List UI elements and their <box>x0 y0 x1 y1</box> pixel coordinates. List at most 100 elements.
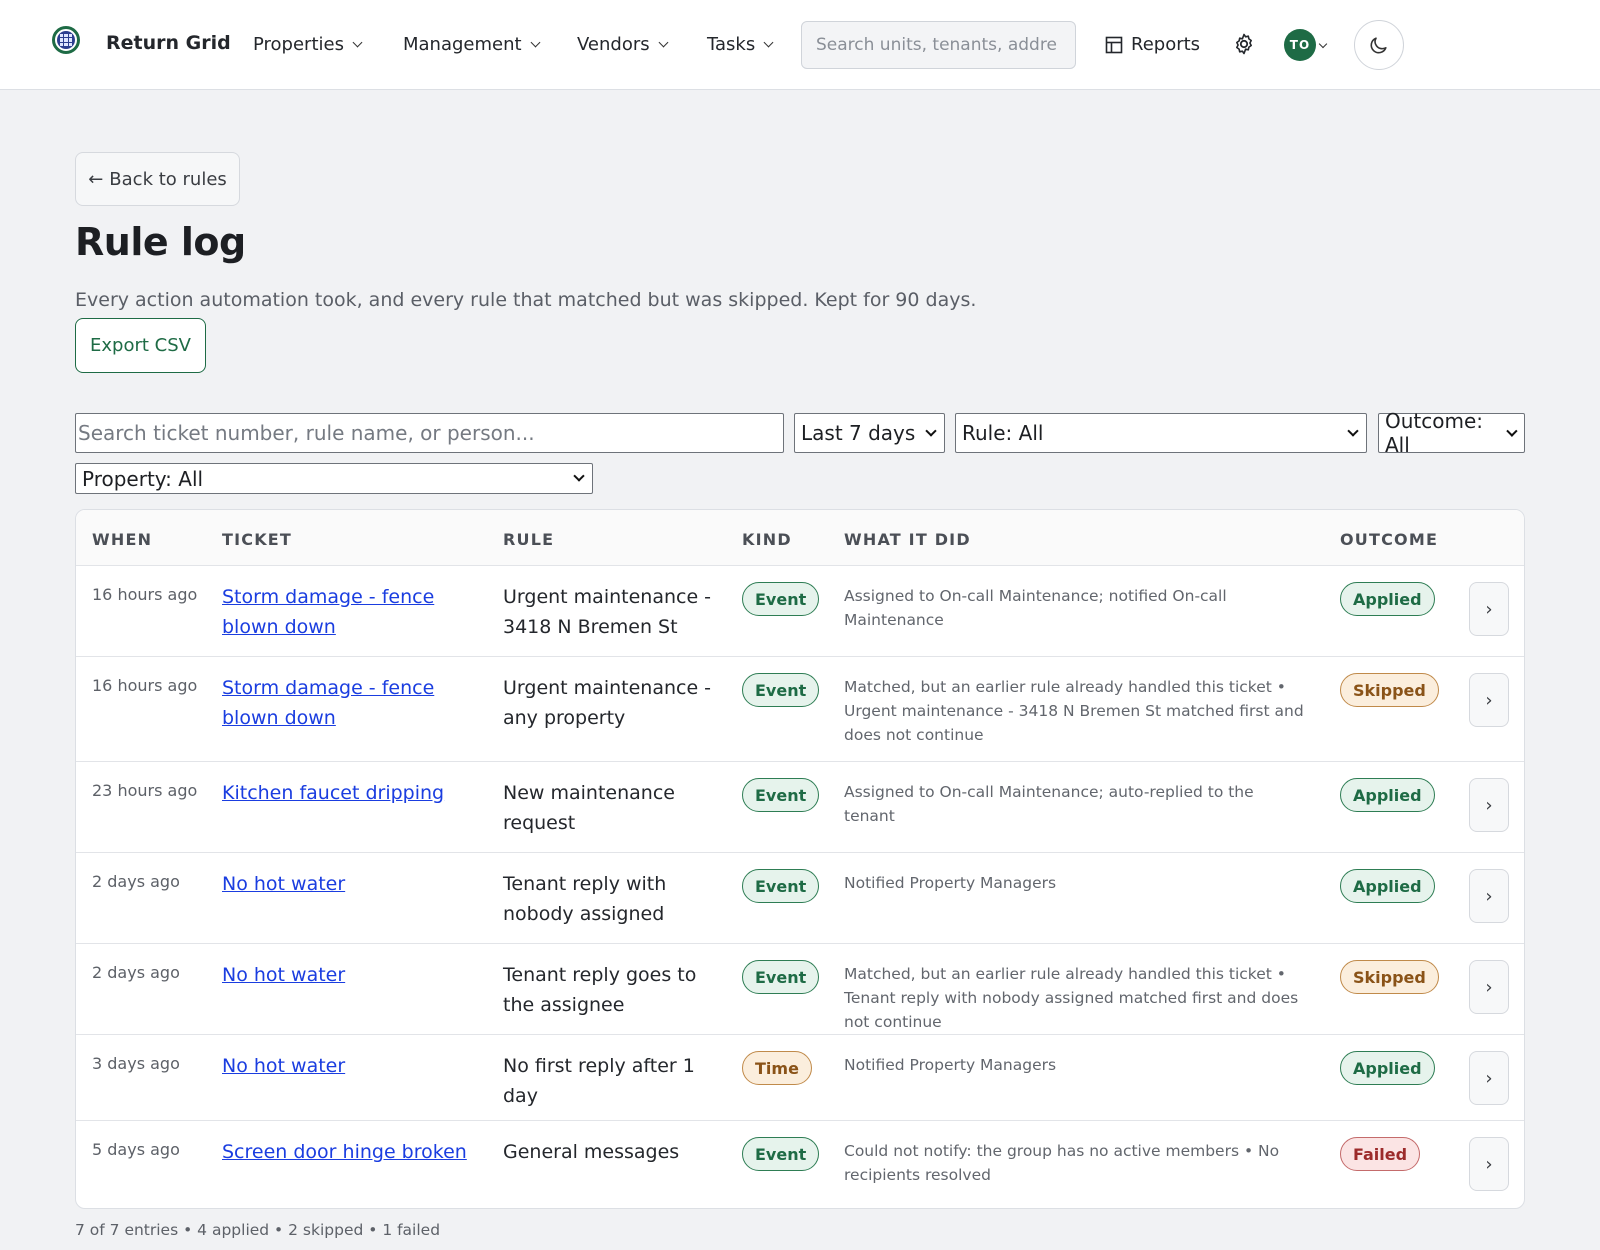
outcome-badge: Failed <box>1340 1137 1421 1171</box>
nav-tasks-label: Tasks <box>707 34 756 55</box>
ticket-link[interactable]: Kitchen faucet dripping <box>222 778 482 808</box>
global-search-input[interactable] <box>801 21 1076 69</box>
chevron-down-icon <box>530 37 541 48</box>
ticket-link[interactable]: No hot water <box>222 869 482 899</box>
date-range-select[interactable]: Last 7 days <box>794 413 945 453</box>
gear-icon[interactable] <box>1232 32 1256 56</box>
kind-badge: Event <box>742 673 820 707</box>
log-search-input[interactable] <box>75 413 784 453</box>
chevron-right-icon: › <box>1485 976 1493 998</box>
chevron-right-icon: › <box>1485 794 1493 816</box>
nav-vendors[interactable]: Vendors <box>577 34 669 55</box>
user-avatar[interactable]: TO <box>1284 29 1316 61</box>
chevron-right-icon: › <box>1485 885 1493 907</box>
top-navbar: Return Grid Properties Management Vendor… <box>0 0 1600 90</box>
row-details-button[interactable]: › <box>1469 582 1509 636</box>
row-when: 3 days ago <box>92 1054 180 1073</box>
row-details-button[interactable]: › <box>1469 673 1509 727</box>
theme-toggle-button[interactable] <box>1354 20 1404 70</box>
table-row[interactable]: 3 days ago No hot water No first reply a… <box>76 1035 1524 1121</box>
kind-badge: Event <box>742 582 820 616</box>
row-details-button[interactable]: › <box>1469 778 1509 832</box>
outcome-badge: Applied <box>1340 582 1435 616</box>
row-when: 5 days ago <box>92 1140 180 1159</box>
ticket-link[interactable]: Storm damage - fence blown down <box>222 582 482 642</box>
row-what-it-did: Assigned to On-call Maintenance; notifie… <box>844 587 1227 629</box>
table-row[interactable]: 2 days ago No hot water Tenant reply goe… <box>76 944 1524 1035</box>
ticket-link[interactable]: Screen door hinge broken <box>222 1137 482 1167</box>
row-rule: New maintenance request <box>503 782 675 834</box>
col-header-when: WHEN <box>92 530 153 549</box>
kind-badge: Event <box>742 778 820 812</box>
row-what-it-did: Notified Property Managers <box>844 874 1057 892</box>
chevron-down-icon[interactable] <box>1318 39 1328 49</box>
col-header-ticket: TICKET <box>222 530 293 549</box>
chevron-right-icon: › <box>1485 598 1493 620</box>
page-subtitle: Every action automation took, and every … <box>75 289 977 311</box>
ticket-link[interactable]: Storm damage - fence blown down <box>222 673 482 733</box>
nav-tasks[interactable]: Tasks <box>707 34 774 55</box>
col-header-what-it-did: WHAT IT DID <box>844 530 971 549</box>
row-when: 16 hours ago <box>92 585 198 604</box>
col-header-kind: KIND <box>742 530 792 549</box>
ticket-link[interactable]: No hot water <box>222 1051 482 1081</box>
table-icon <box>1105 36 1123 53</box>
row-rule: Tenant reply goes to the assignee <box>503 964 697 1016</box>
row-when: 2 days ago <box>92 963 180 982</box>
row-rule: No first reply after 1 day <box>503 1055 695 1107</box>
property-filter-value: Property: All <box>82 466 204 491</box>
table-row[interactable]: 5 days ago Screen door hinge broken Gene… <box>76 1121 1524 1208</box>
table-row[interactable]: 16 hours ago Storm damage - fence blown … <box>76 657 1524 762</box>
ticket-link[interactable]: No hot water <box>222 960 482 990</box>
page-title: Rule log <box>75 220 246 264</box>
nav-management[interactable]: Management <box>403 34 541 55</box>
rule-log-table: WHEN TICKET RULE KIND WHAT IT DID OUTCOM… <box>75 509 1525 1209</box>
back-to-rules-button[interactable]: ← Back to rules <box>75 152 240 206</box>
chevron-down-icon <box>352 37 363 48</box>
brand-name[interactable]: Return Grid <box>106 32 231 54</box>
table-row[interactable]: 2 days ago No hot water Tenant reply wit… <box>76 853 1524 944</box>
outcome-select[interactable]: Outcome: All <box>1378 409 1525 457</box>
rule-select[interactable]: Rule: All <box>955 413 1367 453</box>
row-when: 2 days ago <box>92 872 180 891</box>
outcome-badge: Skipped <box>1340 960 1439 994</box>
row-details-button[interactable]: › <box>1469 1051 1509 1105</box>
row-details-button[interactable]: › <box>1469 869 1509 923</box>
nav-management-label: Management <box>403 34 522 55</box>
kind-badge: Event <box>742 869 820 903</box>
outcome-badge: Applied <box>1340 869 1435 903</box>
table-row[interactable]: 16 hours ago Storm damage - fence blown … <box>76 566 1524 657</box>
rule-filter-value: Rule: All <box>962 421 1044 445</box>
row-details-button[interactable]: › <box>1469 1137 1509 1191</box>
row-what-it-did: Notified Property Managers <box>844 1056 1057 1074</box>
outcome-badge: Skipped <box>1340 673 1439 707</box>
outcome-filter-value: Outcome: All <box>1385 409 1484 457</box>
chevron-down-icon <box>763 37 774 48</box>
row-rule: Urgent maintenance - any property <box>503 677 712 729</box>
nav-properties[interactable]: Properties <box>253 34 363 55</box>
chevron-right-icon: › <box>1485 1153 1493 1175</box>
chevron-down-icon <box>658 37 669 48</box>
nav-vendors-label: Vendors <box>577 34 650 55</box>
kind-badge: Time <box>742 1051 812 1085</box>
row-what-it-did: Assigned to On-call Maintenance; auto-re… <box>844 783 1254 825</box>
chevron-down-icon <box>925 424 937 437</box>
row-rule: Tenant reply with nobody assigned <box>503 873 667 925</box>
reports-link[interactable]: Reports <box>1105 34 1200 55</box>
kind-badge: Event <box>742 1137 820 1171</box>
table-header: WHEN TICKET RULE KIND WHAT IT DID OUTCOM… <box>76 510 1524 566</box>
row-details-button[interactable]: › <box>1469 960 1509 1014</box>
back-label: Back to rules <box>109 168 227 190</box>
row-what-it-did: Matched, but an earlier rule already han… <box>844 965 1299 1031</box>
export-csv-button[interactable]: Export CSV <box>75 318 206 373</box>
date-range-value: Last 7 days <box>801 421 916 445</box>
kind-badge: Event <box>742 960 820 994</box>
arrow-left-icon: ← <box>88 168 104 190</box>
table-row[interactable]: 23 hours ago Kitchen faucet dripping New… <box>76 762 1524 853</box>
property-select[interactable]: Property: All <box>75 463 593 494</box>
row-when: 23 hours ago <box>92 781 198 800</box>
brand-logo-icon[interactable] <box>52 26 80 54</box>
nav-properties-label: Properties <box>253 34 344 55</box>
chevron-down-icon <box>1505 425 1517 436</box>
reports-label: Reports <box>1131 34 1201 55</box>
